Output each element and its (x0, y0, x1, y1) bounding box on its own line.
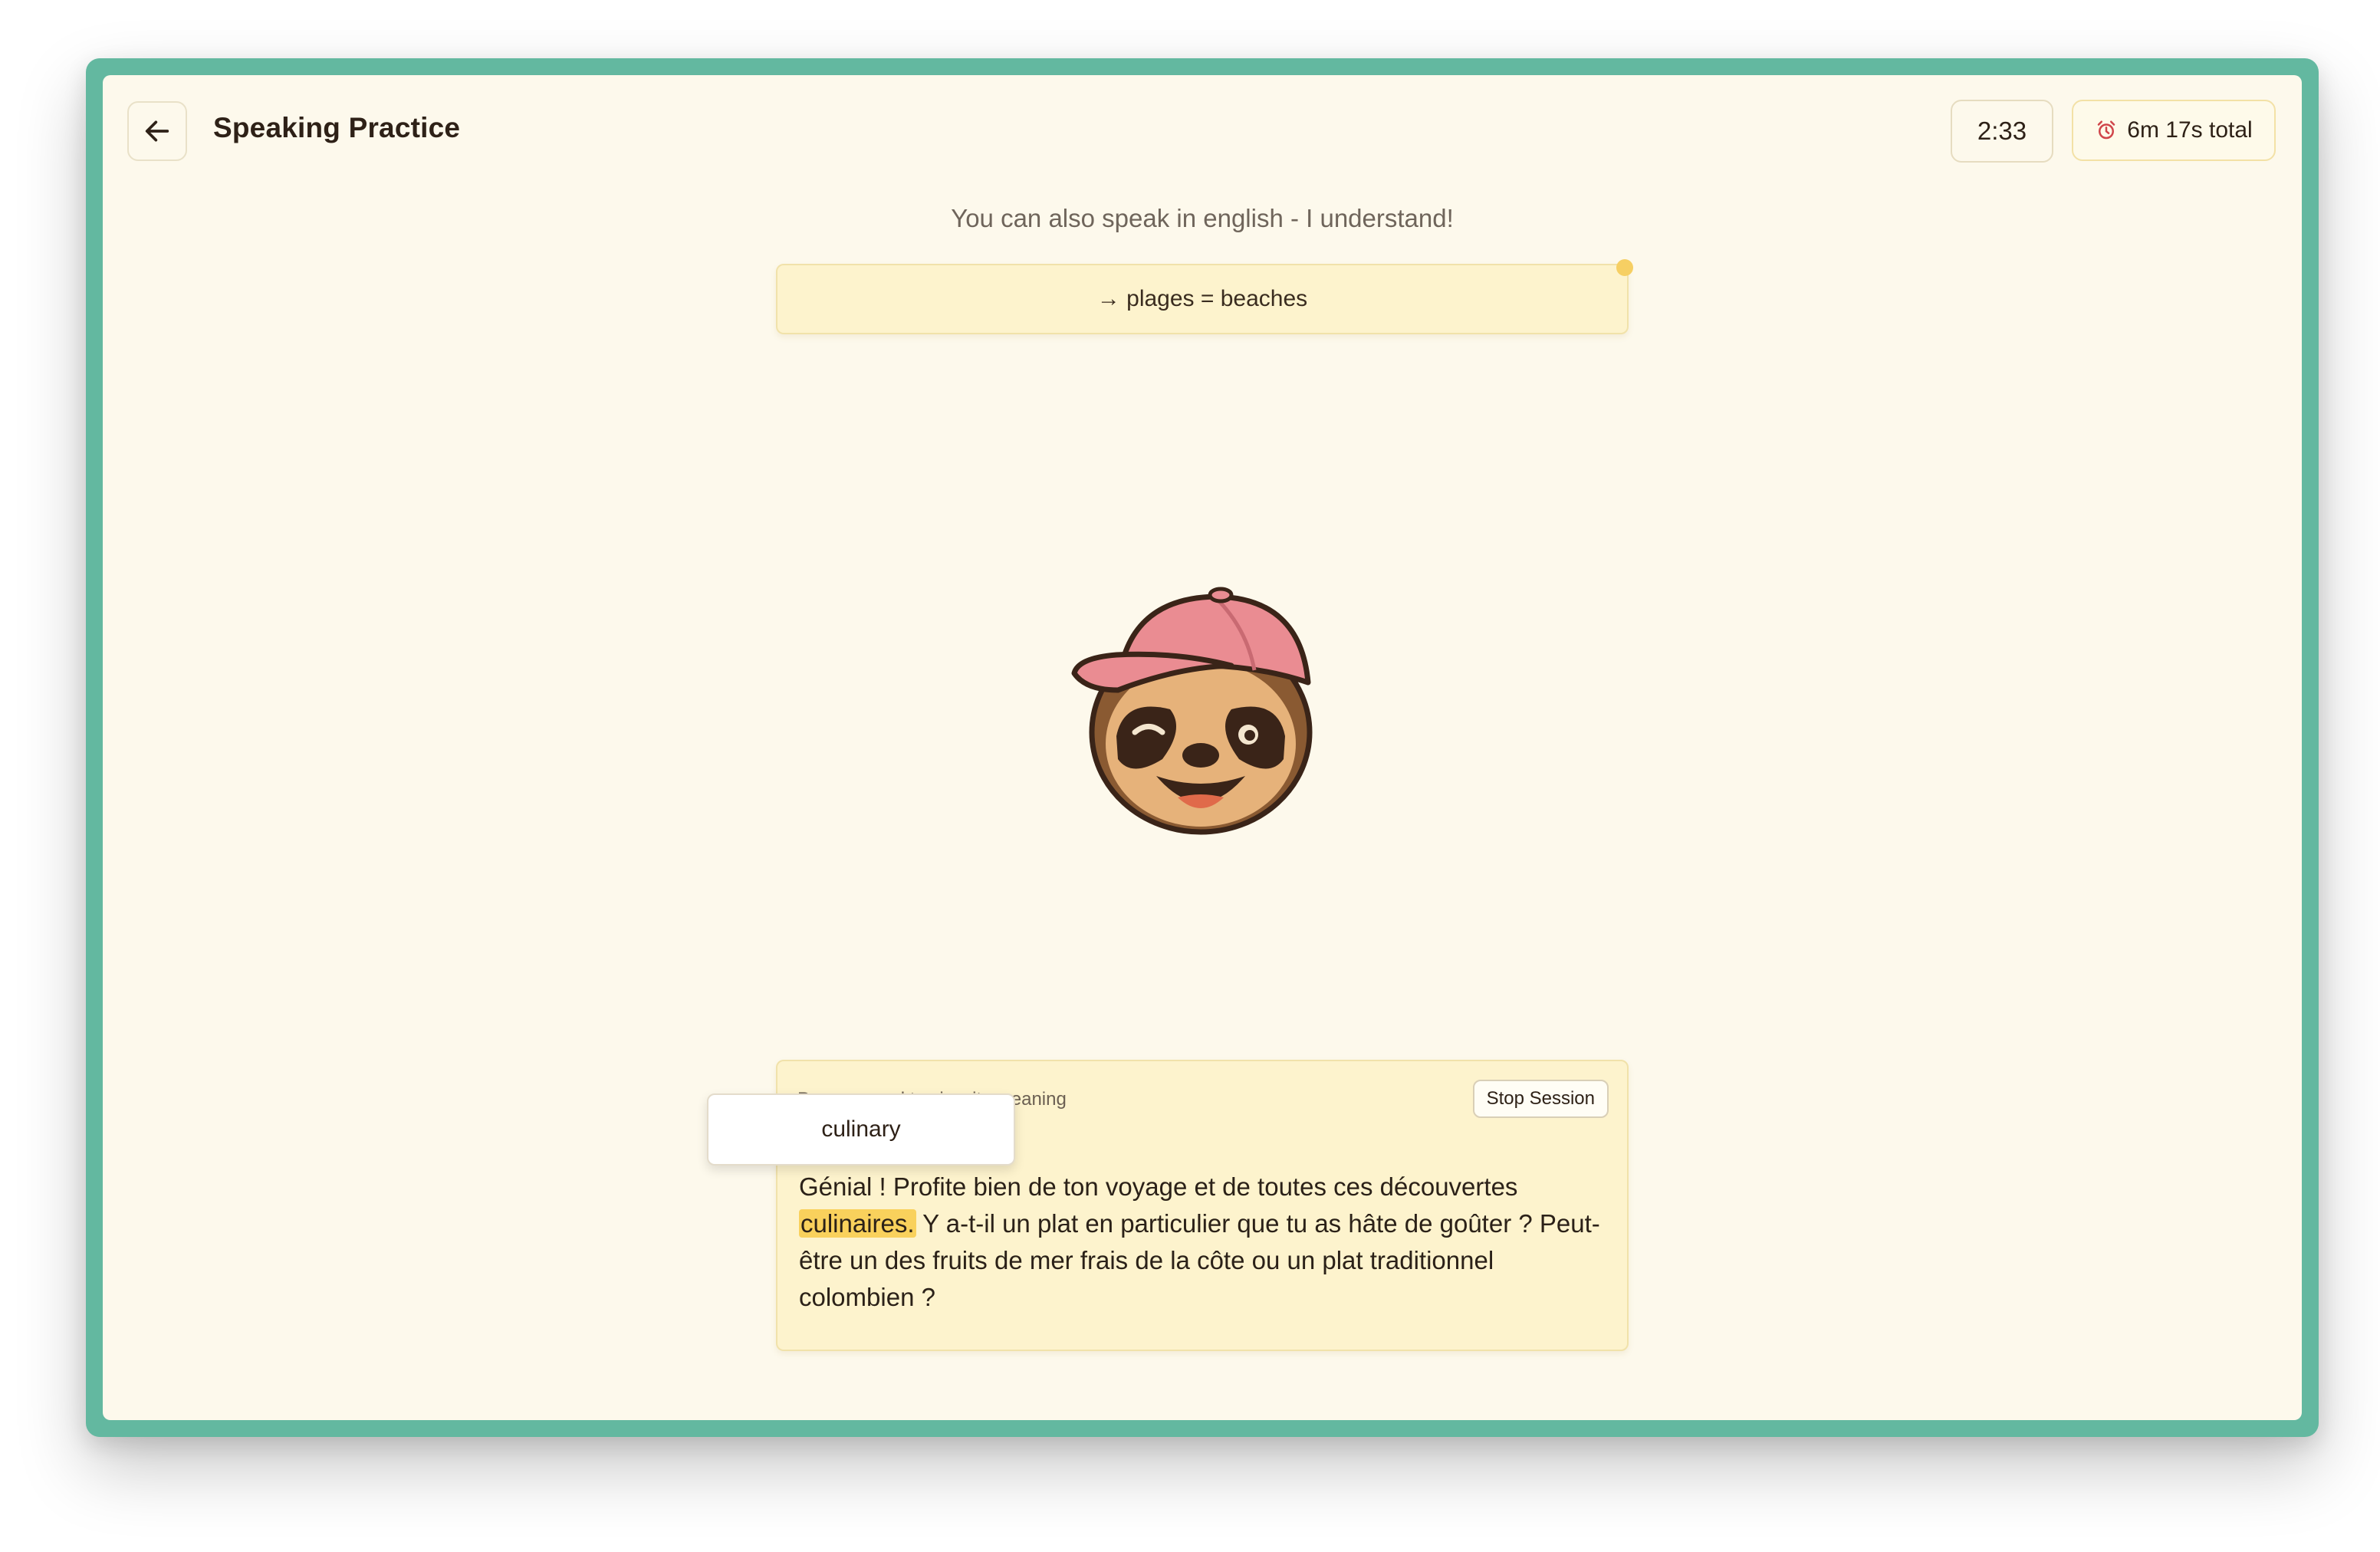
app-window: Speaking Practice 2:33 6m 17s total You … (103, 75, 2302, 1420)
stop-session-button[interactable]: Stop Session (1472, 1080, 1609, 1118)
mascot-nose (1182, 743, 1219, 768)
mascot-cap-button (1208, 587, 1234, 603)
highlighted-word[interactable]: culinaires. (799, 1209, 916, 1238)
translation-tooltip: culinary (707, 1093, 1015, 1166)
transcript-line-rest[interactable]: Y a-t-il un plat en particulier que tu a… (799, 1209, 1600, 1311)
session-timer: 2:33 (1951, 100, 2053, 163)
alarm-clock-icon (2098, 120, 2115, 140)
vocab-text: → plages = beaches (1096, 286, 1308, 311)
total-time-badge: 6m 17s total (2072, 100, 2276, 161)
sloth-mascot (1071, 587, 1313, 835)
indicator-dot (1616, 259, 1633, 276)
arrow-left-icon (145, 120, 169, 142)
window-frame: Speaking Practice 2:33 6m 17s total You … (86, 58, 2319, 1437)
transcript-line-start[interactable]: Génial ! Profite bien de ton voyage et d… (799, 1172, 1517, 1201)
page-title: Speaking Practice (213, 112, 461, 143)
hint-text: You can also speak in english - I unders… (951, 204, 1454, 232)
mascot-right-pupil (1244, 730, 1255, 741)
back-button[interactable] (127, 101, 187, 161)
transcript-text[interactable]: Génial ! Profite bien de ton voyage et d… (799, 1169, 1604, 1316)
translation-text: culinary (821, 1116, 901, 1142)
vocab-card: → plages = beaches (776, 259, 1633, 334)
total-time-label: 6m 17s total (2127, 117, 2253, 143)
